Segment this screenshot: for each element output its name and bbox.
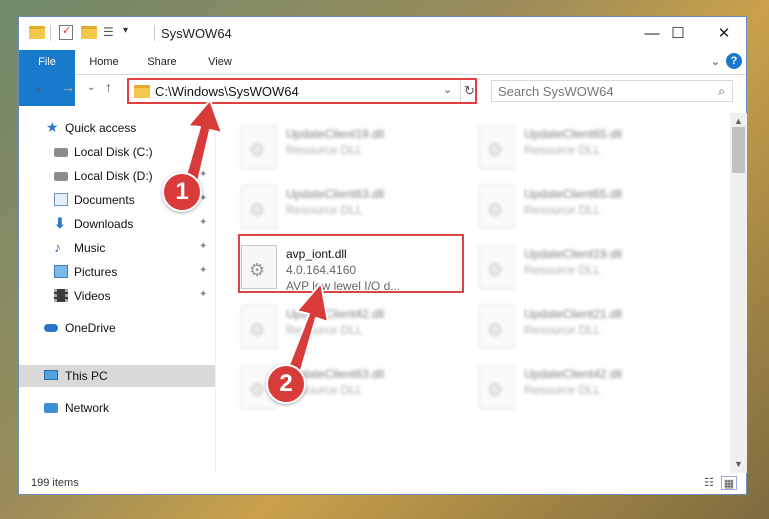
step-1-badge: 1	[162, 172, 202, 212]
step-2-badge: 2	[266, 364, 306, 404]
annotation-arrows	[182, 99, 329, 385]
